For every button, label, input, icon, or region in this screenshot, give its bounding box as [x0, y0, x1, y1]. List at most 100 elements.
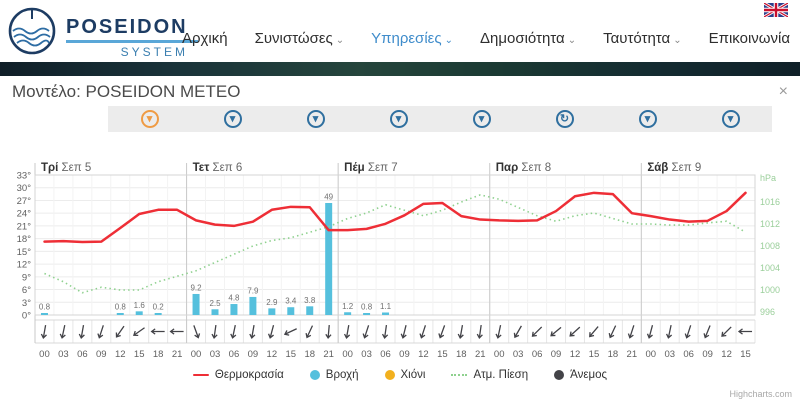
wind-arrow [531, 325, 544, 338]
model-clock-icon-5[interactable]: ↻ [556, 110, 574, 128]
wind-arrow [568, 325, 581, 338]
pressure-axis-label: 996 [760, 307, 775, 317]
uk-flag-icon[interactable] [764, 3, 788, 17]
legend-item-0[interactable]: Θερμοκρασία [193, 369, 284, 381]
rain-value-label: 9.2 [190, 283, 202, 292]
rain-bar [41, 313, 48, 315]
nav-item-5[interactable]: Επικοινωνία [709, 30, 790, 47]
rain-value-label: 7.9 [247, 286, 259, 295]
day-label: Παρ Σεπ 8 [496, 162, 551, 174]
nav-item-2[interactable]: Υπηρεσίες⌄ [371, 30, 453, 47]
nav-item-3[interactable]: Δημοσιότητα⌄ [480, 30, 576, 47]
hour-label: 12 [267, 349, 278, 360]
pressure-axis-label: 1000 [760, 285, 780, 295]
model-gauge-icon-2[interactable]: ▾ [307, 110, 325, 128]
rain-bar [268, 308, 275, 315]
legend-item-3[interactable]: Ατμ. Πίεση [451, 369, 528, 381]
temp-axis-label: 3° [22, 298, 31, 309]
rain-bar [117, 313, 124, 315]
main-nav: Αρχική Συνιστώσες⌄ Υπηρεσίες⌄ Δημοσιότητα⌄ Τ… [182, 30, 790, 47]
hour-label: 00 [191, 349, 202, 360]
hour-label: 15 [589, 349, 600, 360]
wind-arrow [79, 325, 86, 339]
hour-label: 18 [153, 349, 164, 360]
nav-item-4[interactable]: Ταυτότητα⌄ [603, 30, 682, 47]
rain-bar [230, 304, 237, 315]
pressure-axis-label: 1012 [760, 219, 780, 229]
wind-arrow [608, 325, 618, 339]
wind-arrow [549, 325, 562, 337]
logo-rule [66, 40, 198, 43]
wind-arrow [382, 325, 389, 339]
chevron-down-icon: ⌄ [336, 35, 344, 46]
wind-arrow [230, 325, 238, 339]
legend-label: Άνεμος [570, 369, 607, 381]
hour-label: 06 [532, 349, 543, 360]
wind-arrow [684, 325, 693, 339]
poseidon-logo[interactable]: POSEIDON SYSTEM [6, 4, 198, 59]
hour-label: 09 [399, 349, 410, 360]
day-label: Σάβ Σεπ 9 [647, 162, 701, 174]
hour-label: 12 [115, 349, 126, 360]
rain-value-label: 0.8 [39, 303, 51, 312]
legend-label: Βροχή [326, 369, 359, 381]
temp-axis-label: 30° [17, 183, 32, 194]
rain-value-label: 3.8 [304, 296, 316, 305]
highcharts-credit[interactable]: Highcharts.com [729, 389, 792, 399]
wind-arrow [284, 326, 298, 336]
legend-item-4[interactable]: Άνεμος [554, 369, 607, 381]
model-gauge-icon-1[interactable]: ▾ [224, 110, 242, 128]
nav-item-1[interactable]: Συνιστώσες⌄ [255, 30, 345, 47]
temp-axis-label: 15° [17, 247, 32, 258]
hour-label: 03 [361, 349, 372, 360]
rain-bar [155, 313, 162, 315]
close-icon[interactable]: × [779, 84, 788, 100]
rain-bar [363, 313, 370, 315]
legend-label: Θερμοκρασία [215, 369, 284, 381]
model-gauge-icon-0[interactable]: ▾ [141, 110, 159, 128]
rain-bar [325, 203, 332, 315]
site-header: POSEIDON SYSTEM Αρχική Συνιστώσες⌄ Υπηρεσί… [0, 0, 800, 62]
wind-arrow [720, 325, 733, 338]
rain-value-label: 0.2 [153, 303, 165, 312]
temp-axis-label: 0° [22, 311, 31, 322]
wind-arrow [438, 325, 447, 339]
model-gauge-icon-4[interactable]: ▾ [473, 110, 491, 128]
wind-arrow [739, 329, 752, 334]
wind-arrow [191, 325, 200, 339]
rain-bar [249, 297, 256, 315]
day-label: Τετ Σεπ 6 [193, 162, 243, 174]
wind-arrow [647, 325, 655, 339]
nav-item-0[interactable]: Αρχική [182, 30, 228, 47]
rain-bar [212, 309, 219, 315]
wind-arrow [249, 325, 256, 339]
hour-label: 12 [721, 349, 732, 360]
hour-label: 00 [342, 349, 353, 360]
model-gauge-icon-3[interactable]: ▾ [390, 110, 408, 128]
legend-label: Ατμ. Πίεση [473, 369, 528, 381]
chevron-down-icon: ⌄ [568, 35, 576, 46]
chart-legend: Θερμοκρασία Βροχή Χιόνι Ατμ. Πίεση Άνεμος [0, 369, 800, 381]
hour-label: 15 [437, 349, 448, 360]
wind-arrow [114, 325, 126, 339]
legend-marker-dot-icon [385, 370, 395, 380]
wind-arrow [212, 325, 219, 339]
hour-label: 15 [740, 349, 751, 360]
model-gauge-icon-6[interactable]: ▾ [639, 110, 657, 128]
logo-subtitle: SYSTEM [66, 45, 198, 59]
legend-label: Χιόνι [401, 369, 426, 381]
hour-label: 09 [551, 349, 562, 360]
rain-value-label: 0.8 [361, 303, 373, 312]
rain-value-label: 4.8 [228, 294, 240, 303]
temp-axis-label: 21° [17, 221, 32, 232]
rain-bar [287, 307, 294, 315]
day-label: Τρί Σεπ 5 [41, 162, 91, 174]
temp-axis-label: 27° [17, 196, 32, 207]
model-gauge-icon-7[interactable]: ▾ [722, 110, 740, 128]
hour-label: 21 [475, 349, 486, 360]
rain-value-label: 0.8 [115, 303, 127, 312]
legend-item-1[interactable]: Βροχή [310, 369, 359, 381]
legend-item-2[interactable]: Χιόνι [385, 369, 426, 381]
wind-arrow [400, 325, 408, 339]
logo-title: POSEIDON [66, 4, 198, 39]
